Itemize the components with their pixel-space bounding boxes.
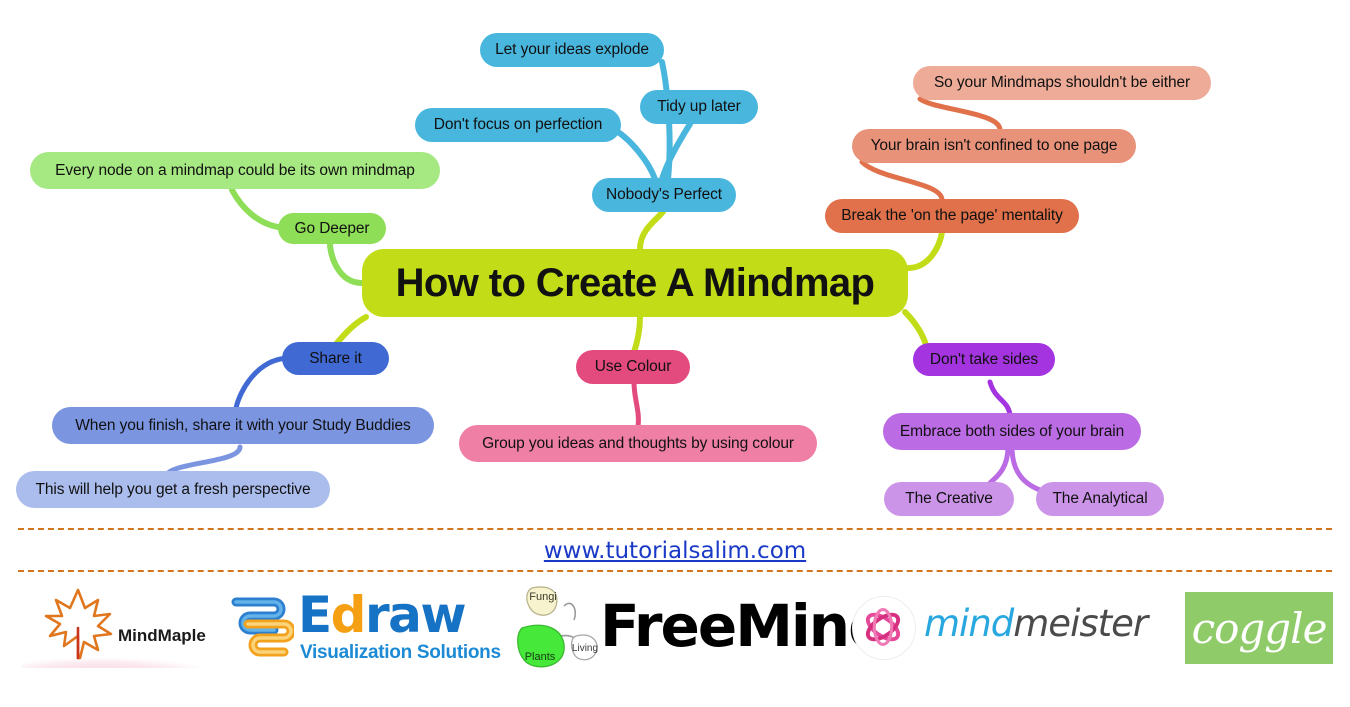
edraw-icon [231,597,294,657]
logo-freemind-node-graphic: Fungi Plants Living [512,582,598,682]
node-share-with-study-buddies[interactable]: When you finish, share it with your Stud… [52,407,434,444]
mindmap-diagram: How to Create A Mindmap Go Deeper Every … [0,0,1350,520]
coggle-wordmark: coggle [1191,603,1328,653]
mindmeister-word-meister: meister [1013,602,1148,645]
node-share-it[interactable]: Share it [282,342,389,375]
node-brain-not-confined-to-one-page[interactable]: Your brain isn't confined to one page [852,129,1136,163]
edraw-wordmark: Edraw [298,586,467,644]
node-fresh-perspective[interactable]: This will help you get a fresh perspecti… [16,471,330,508]
divider-bottom [18,570,1332,572]
edraw-letters-raw: raw [364,586,467,644]
node-go-deeper[interactable]: Go Deeper [278,213,386,244]
edraw-letter-d: d [330,586,367,644]
node-use-colour[interactable]: Use Colour [576,350,690,384]
site-url-link[interactable]: www.tutorialsalim.com [0,538,1350,564]
mindmeister-word-mind: mind [924,602,1014,645]
node-mindmaps-shouldnt-be-either[interactable]: So your Mindmaps shouldn't be either [913,66,1211,100]
freemind-node-svg: Fungi Plants Living [517,586,598,668]
mindmeister-icon [852,596,916,660]
node-dont-focus-on-perfection[interactable]: Don't focus on perfection [415,108,621,142]
freemind-label-plants: Plants [525,651,556,663]
node-the-creative[interactable]: The Creative [884,482,1014,516]
node-every-node-own-mindmap[interactable]: Every node on a mindmap could be its own… [30,152,440,189]
mindmap-canvas: How to Create A Mindmap Go Deeper Every … [0,0,1350,707]
node-break-on-the-page-mentality[interactable]: Break the 'on the page' mentality [825,199,1079,233]
node-let-your-ideas-explode[interactable]: Let your ideas explode [480,33,664,67]
edraw-letter-e: E [298,586,332,644]
freemind-label-fungi: Fungi [529,591,557,603]
freemind-wordmark: FreeMind [600,592,890,660]
logo-mindmeister: mindmeister [852,588,1152,688]
mindmeister-atom-icon [865,608,901,646]
node-embrace-both-sides-of-brain[interactable]: Embrace both sides of your brain [883,413,1141,450]
node-the-analytical[interactable]: The Analytical [1036,482,1164,516]
edraw-tagline: Visualization Solutions [300,642,501,663]
node-dont-take-sides[interactable]: Don't take sides [913,343,1055,376]
divider-top [18,528,1332,530]
logo-mindmaple: MindMaple [22,580,222,672]
mindmaple-wordmark: MindMaple [118,626,206,645]
node-tidy-up-later[interactable]: Tidy up later [640,90,758,124]
node-group-ideas-by-colour[interactable]: Group you ideas and thoughts by using co… [459,425,817,462]
root-node[interactable]: How to Create A Mindmap [362,249,908,317]
node-nobodys-perfect[interactable]: Nobody's Perfect [592,178,736,212]
mindmeister-wordmark: mindmeister [924,602,1148,645]
maple-leaf-icon [44,588,113,660]
freemind-label-living: Living [572,643,598,654]
logo-edraw: Edraw Visualization Solutions [228,582,518,682]
logo-strip: MindMaple Edraw Visualization Solutions … [0,578,1350,683]
logo-coggle: coggle [1185,592,1333,664]
logo-freemind: FreeMind [600,586,890,686]
